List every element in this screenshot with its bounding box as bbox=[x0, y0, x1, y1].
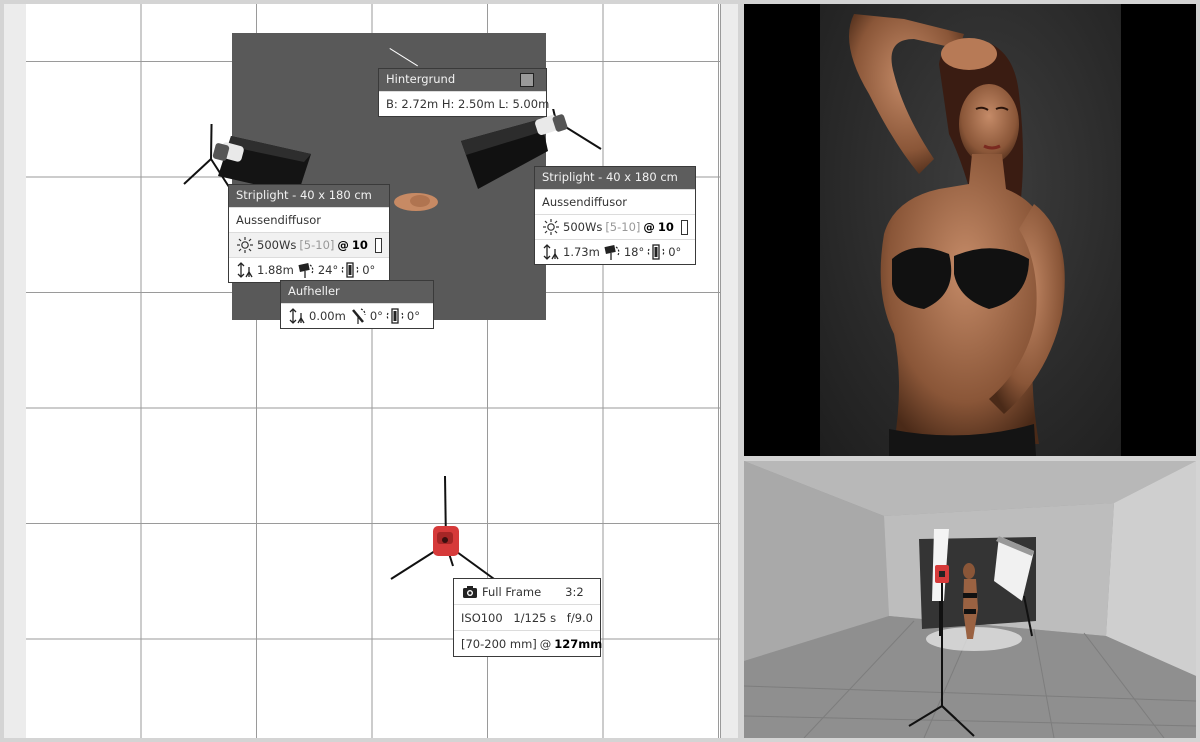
striplight-right-at: @ bbox=[643, 220, 655, 234]
rendered-model-image bbox=[849, 14, 1065, 456]
backdrop-dimensions: B: 2.72m H: 2.50m L: 5.00m bbox=[386, 97, 550, 111]
set-plan-view[interactable]: Hintergrund B: 2.72m H: 2.50m L: 5.00m S… bbox=[4, 4, 738, 738]
backdrop-color-swatch[interactable] bbox=[520, 73, 534, 87]
flash-power-icon bbox=[542, 218, 560, 236]
camera-format: Full Frame bbox=[482, 584, 542, 599]
striplight-right-range: [5-10] bbox=[605, 220, 641, 234]
striplight-right-power: 500Ws bbox=[563, 220, 603, 234]
striplight-right-header[interactable]: Striplight - 40 x 180 cm bbox=[535, 167, 695, 189]
reflector-tilt: 0° bbox=[369, 309, 383, 323]
camera-lens: [70-200 mm] bbox=[461, 636, 537, 651]
backdrop-title: Hintergrund bbox=[386, 72, 456, 86]
tilt-icon bbox=[603, 243, 621, 261]
model-figure[interactable] bbox=[386, 186, 446, 216]
camera-shutter: 1/125 s bbox=[513, 610, 557, 625]
studio-3d-view[interactable] bbox=[744, 461, 1196, 738]
reflector-tilt-icon bbox=[349, 307, 367, 325]
striplight-right-title: Striplight - 40 x 180 cm bbox=[542, 170, 678, 184]
height-icon bbox=[288, 307, 306, 325]
rotation-icon bbox=[386, 307, 404, 325]
striplight-right-tilt: 18° bbox=[623, 245, 645, 259]
striplight-right-checkbox[interactable] bbox=[680, 219, 688, 235]
camera-aperture: f/9.0 bbox=[566, 610, 593, 625]
camera-at: @ bbox=[539, 636, 552, 651]
rotation-icon bbox=[647, 243, 665, 261]
striplight-right-info-panel[interactable]: Striplight - 40 x 180 cm Aussendiffusor … bbox=[534, 166, 696, 265]
striplight-left-checkbox[interactable] bbox=[374, 237, 382, 253]
striplight-left-range: [5-10] bbox=[299, 238, 335, 252]
striplight-left-tilt: 24° bbox=[317, 263, 339, 277]
camera-aspect: 3:2 bbox=[565, 584, 584, 599]
studio-3d-scene bbox=[744, 461, 1196, 738]
striplight-right-height: 1.73m bbox=[563, 245, 600, 259]
rotation-icon bbox=[341, 261, 359, 279]
tilt-icon bbox=[297, 261, 315, 279]
striplight-left-at: @ bbox=[337, 238, 349, 252]
striplight-left-modifier: Aussendiffusor bbox=[236, 213, 321, 227]
striplight-left-title: Striplight - 40 x 180 cm bbox=[236, 188, 372, 202]
striplight-left-setting[interactable]: 10 bbox=[352, 236, 368, 254]
striplight-left-height: 1.88m bbox=[257, 263, 294, 277]
striplight-left-power: 500Ws bbox=[257, 238, 297, 252]
striplight-left-header[interactable]: Striplight - 40 x 180 cm bbox=[229, 185, 389, 207]
flash-power-icon bbox=[236, 236, 254, 254]
reflector-info-panel[interactable]: Aufheller 0.00m 0° 0° bbox=[280, 280, 434, 329]
striplight-left-info-panel[interactable]: Striplight - 40 x 180 cm Aussendiffusor … bbox=[228, 184, 390, 283]
camera-info-panel[interactable]: Full Frame 3:2 ISO100 1/125 s f/9.0 [70-… bbox=[453, 578, 603, 657]
camera-iso: ISO100 bbox=[461, 610, 503, 625]
striplight-left-rotation: 0° bbox=[362, 263, 376, 277]
floor-grid[interactable]: Hintergrund B: 2.72m H: 2.50m L: 5.00m S… bbox=[26, 4, 721, 738]
reflector-height: 0.00m bbox=[309, 309, 346, 323]
camera-tripod[interactable] bbox=[381, 474, 531, 584]
render-preview bbox=[744, 4, 1196, 456]
height-icon bbox=[542, 243, 560, 261]
striplight-right-setting[interactable]: 10 bbox=[658, 218, 674, 236]
reflector-title: Aufheller bbox=[288, 284, 340, 298]
camera-icon bbox=[461, 583, 479, 601]
reflector-header[interactable]: Aufheller bbox=[281, 281, 433, 303]
striplight-right-rotation: 0° bbox=[668, 245, 682, 259]
backdrop-info-panel[interactable]: Hintergrund B: 2.72m H: 2.50m L: 5.00m bbox=[378, 68, 550, 117]
reflector-rotation: 0° bbox=[406, 309, 420, 323]
striplight-right-modifier: Aussendiffusor bbox=[542, 195, 627, 209]
backdrop-info-header[interactable]: Hintergrund bbox=[379, 69, 546, 91]
camera-focal-length: 127mm bbox=[554, 636, 603, 651]
height-icon bbox=[236, 261, 254, 279]
